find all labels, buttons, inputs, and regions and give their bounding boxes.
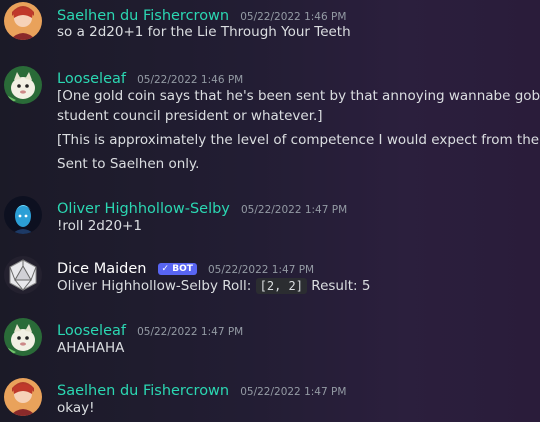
roll-code: [2, 2] xyxy=(255,278,307,294)
saelhen-avatar[interactable] xyxy=(4,2,42,40)
timestamp: 05/22/2022 1:47 PM xyxy=(240,386,347,398)
author-name[interactable]: Dice Maiden xyxy=(57,261,146,277)
timestamp: 05/22/2022 1:47 PM xyxy=(137,326,244,338)
message-text: [This is approximately the level of comp… xyxy=(57,132,540,148)
message-text: Oliver Highhollow-Selby Roll: [2, 2] Res… xyxy=(57,278,370,294)
bot-badge: ✓ BOT xyxy=(157,263,197,275)
roll-result: Result: 5 xyxy=(311,278,371,294)
author-name[interactable]: Oliver Highhollow-Selby xyxy=(57,201,230,217)
message-text: [One gold coin says that he's been sent … xyxy=(57,88,540,104)
dice-avatar[interactable] xyxy=(4,256,42,294)
roll-prefix: Oliver Highhollow-Selby Roll: xyxy=(57,278,252,294)
message-text: Sent to Saelhen only. xyxy=(57,156,200,172)
author-name[interactable]: Saelhen du Fishercrown xyxy=(57,8,229,24)
message-text: !roll 2d20+1 xyxy=(57,218,142,234)
looseleaf-avatar[interactable] xyxy=(4,66,42,104)
message-text: okay! xyxy=(57,400,95,416)
oliver-avatar[interactable] xyxy=(4,196,42,234)
timestamp: 05/22/2022 1:47 PM xyxy=(207,264,315,276)
timestamp: 05/22/2022 1:46 PM xyxy=(137,74,244,86)
message-text: AHAHAHA xyxy=(57,340,125,356)
timestamp: 05/22/2022 1:46 PM xyxy=(240,11,347,23)
saelhen-avatar[interactable] xyxy=(4,378,42,416)
author-name[interactable]: Looseleaf xyxy=(57,323,126,339)
looseleaf-avatar[interactable] xyxy=(4,318,42,356)
timestamp: 05/22/2022 1:47 PM xyxy=(240,204,348,216)
message-text: so a 2d20+1 for the Lie Through Your Tee… xyxy=(57,24,351,40)
author-name[interactable]: Looseleaf xyxy=(57,71,126,87)
message-text: student council president or whatever.] xyxy=(57,108,323,124)
author-name[interactable]: Saelhen du Fishercrown xyxy=(57,383,229,399)
